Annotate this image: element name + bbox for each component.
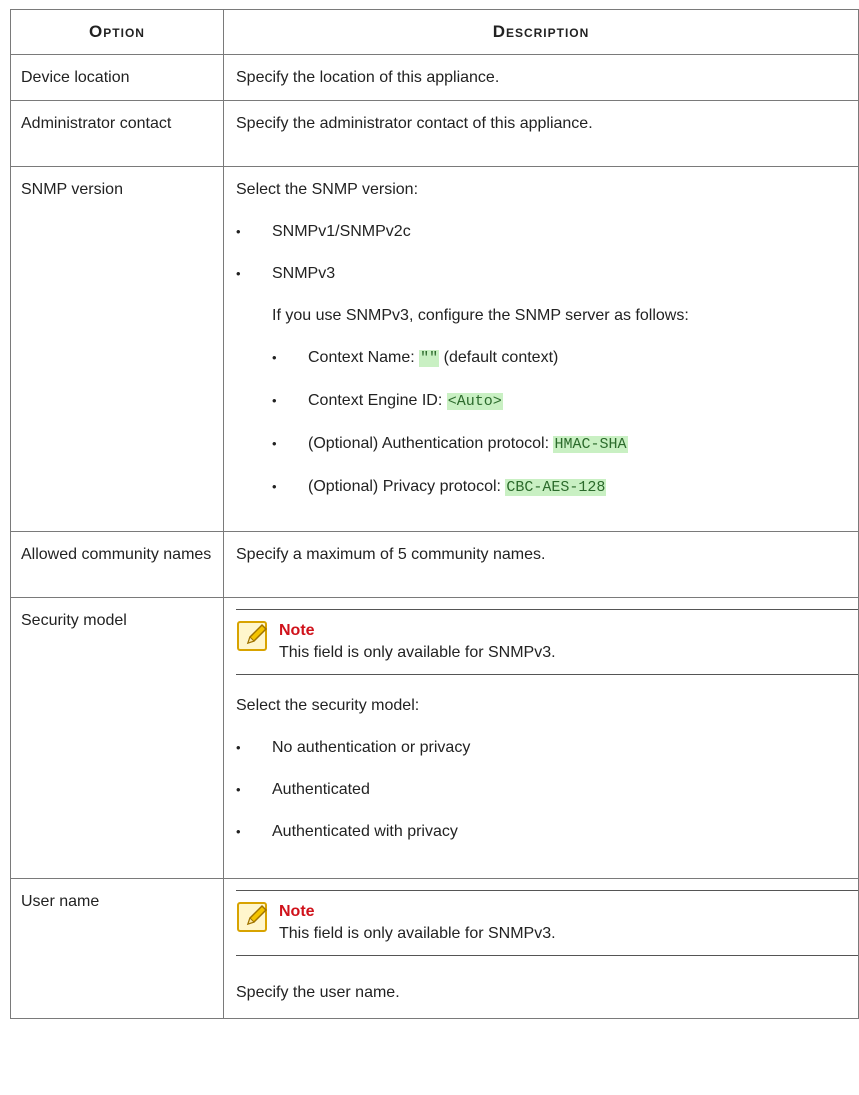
note-pencil-icon [237, 621, 268, 651]
option-cell: Administrator contact [10, 100, 224, 167]
snmpv3-settings-list: Context Name: "" (default context) Conte… [272, 347, 848, 499]
description-cell: Select the SNMP version: SNMPv1/SNMPv2c … [223, 166, 859, 532]
auth-protocol-label: (Optional) Authentication protocol: [308, 435, 554, 452]
context-name-value: "" [419, 350, 440, 367]
list-item: SNMPv3 If you use SNMPv3, configure the … [236, 263, 848, 499]
option-column-header: Option [10, 9, 224, 55]
table-row: Administrator contact Specify the admini… [10, 100, 859, 167]
note-box: Note This field is only available for SN… [236, 609, 858, 675]
option-cell: User name [10, 878, 224, 1019]
note-title: Note [279, 622, 315, 639]
snmpv3-intro: If you use SNMPv3, configure the SNMP se… [272, 307, 689, 324]
table-header-row: Option Description [10, 9, 859, 55]
list-item: SNMPv1/SNMPv2c [236, 221, 848, 243]
privacy-protocol-label: (Optional) Privacy protocol: [308, 478, 506, 495]
note-box: Note This field is only available for SN… [236, 890, 858, 956]
option-cell: Device location [10, 54, 224, 101]
option-cell: SNMP version [10, 166, 224, 532]
option-cell: Allowed community names [10, 531, 224, 598]
description-cell: Note This field is only available for SN… [223, 878, 859, 1019]
note-pencil-icon [237, 902, 268, 932]
auth-protocol-value: HMAC-SHA [553, 436, 628, 453]
user-name-description: Specify the user name. [236, 984, 400, 1001]
list-item-label: SNMPv3 [272, 265, 336, 282]
table-row: Device location Specify the location of … [10, 54, 859, 101]
snmp-version-list: SNMPv1/SNMPv2c SNMPv3 If you use SNMPv3,… [236, 221, 848, 499]
table-row: Allowed community names Specify a maximu… [10, 531, 859, 598]
privacy-protocol-value: CBC-AES-128 [505, 479, 607, 496]
list-item: (Optional) Privacy protocol: CBC-AES-128 [272, 476, 848, 499]
list-item: (Optional) Authentication protocol: HMAC… [272, 433, 848, 456]
list-item: Context Engine ID: <Auto> [272, 390, 848, 413]
list-item: Authenticated [236, 779, 848, 801]
context-name-label: Context Name: [308, 349, 420, 366]
table-row: User name Note This field is only availa… [10, 878, 859, 1019]
security-model-intro: Select the security model: [236, 697, 420, 714]
list-item: Authenticated with privacy [236, 821, 848, 843]
security-model-list: No authentication or privacy Authenticat… [236, 737, 848, 843]
engine-id-value: <Auto> [446, 393, 503, 410]
context-name-suffix: (default context) [439, 349, 559, 366]
note-text: This field is only available for SNMPv3. [279, 925, 556, 942]
description-column-header: Description [223, 9, 859, 55]
note-text: This field is only available for SNMPv3. [279, 644, 556, 661]
description-cell: Specify the location of this appliance. [223, 54, 859, 101]
description-cell: Specify the administrator contact of thi… [223, 100, 859, 167]
table-row: Security model Note This field is only a… [10, 597, 859, 879]
snmp-version-intro: Select the SNMP version: [236, 181, 419, 198]
description-cell: Specify a maximum of 5 community names. [223, 531, 859, 598]
engine-id-label: Context Engine ID: [308, 392, 447, 409]
note-title: Note [279, 903, 315, 920]
description-cell: Note This field is only available for SN… [223, 597, 859, 879]
list-item: Context Name: "" (default context) [272, 347, 848, 370]
options-table: Option Description Device location Speci… [10, 9, 859, 1019]
table-row: SNMP version Select the SNMP version: SN… [10, 166, 859, 532]
list-item: No authentication or privacy [236, 737, 848, 759]
option-cell: Security model [10, 597, 224, 879]
